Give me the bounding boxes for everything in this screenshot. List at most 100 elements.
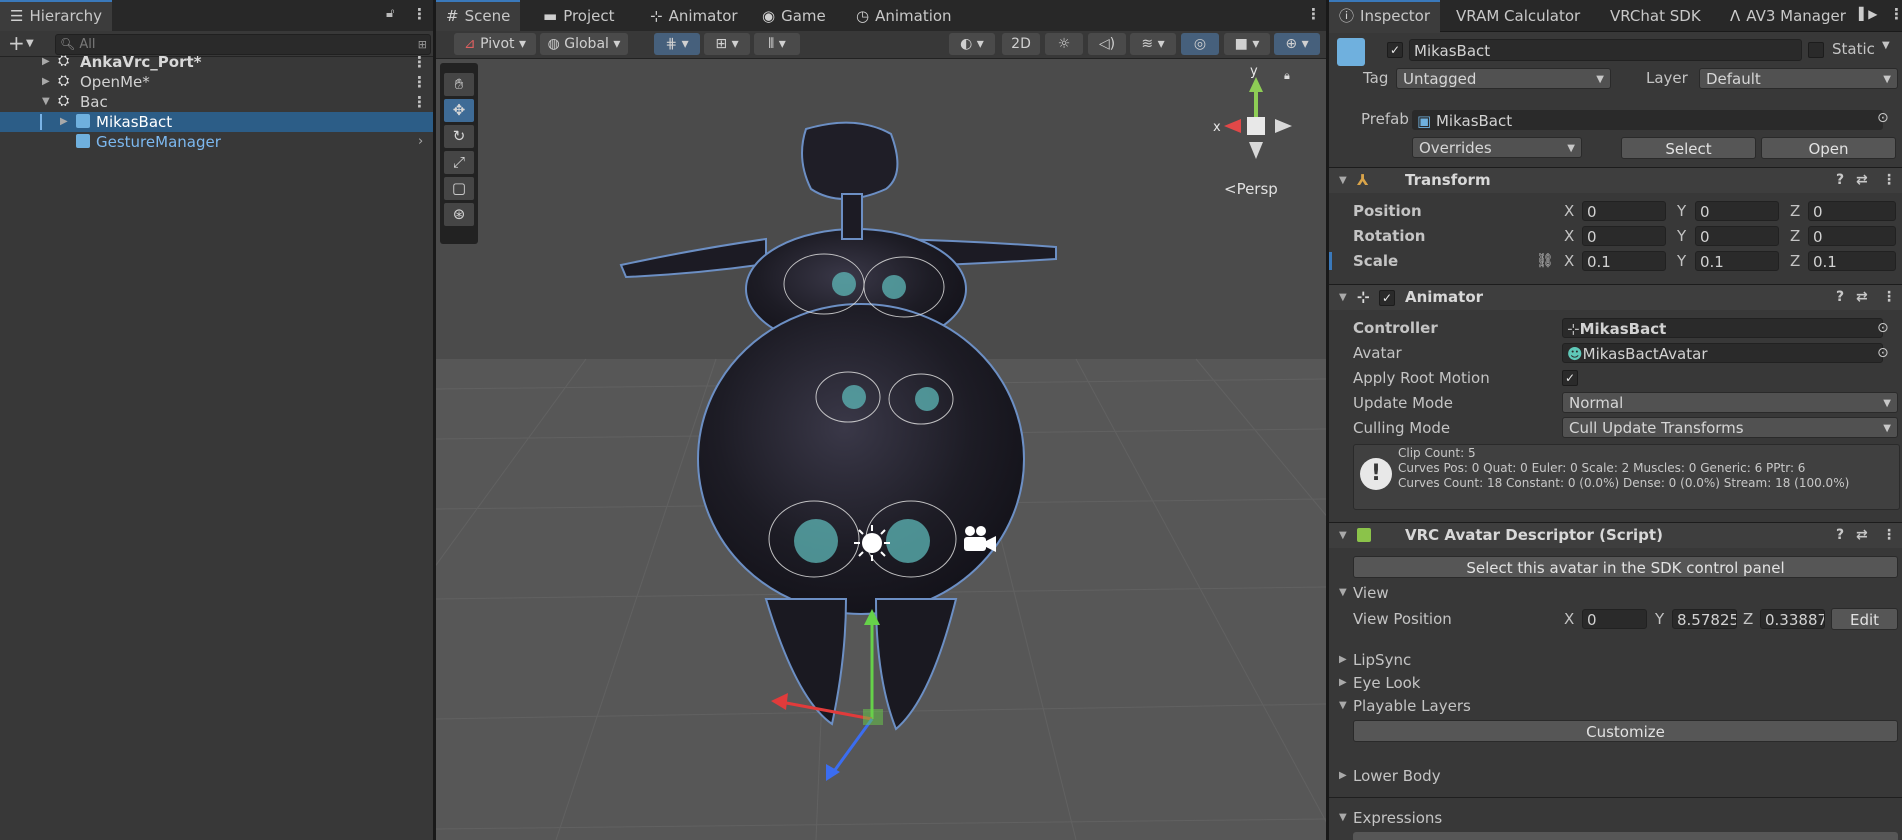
position-x-field[interactable]: 0	[1582, 201, 1666, 221]
scale-tool-button[interactable]: ⤢	[444, 151, 474, 174]
view-position-z-field[interactable]: 0.33887	[1760, 609, 1825, 629]
animator-component-header[interactable]: ▼ ⊹ ✓ Animator ? ⇄ ⋮	[1329, 284, 1902, 310]
component-menu-icon[interactable]: ⋮	[1882, 285, 1896, 310]
transform-tool-button[interactable]: ⊛	[444, 203, 474, 226]
eyelook-foldout[interactable]: ▶ Eye Look	[1329, 671, 1902, 695]
transform-component-header[interactable]: ▼ ⅄ Transform ? ⇄ ⋮	[1329, 167, 1902, 193]
lighting-toggle[interactable]: ☼	[1045, 33, 1083, 55]
hierarchy-item-mikasbact[interactable]: ▶ MikasBact	[0, 112, 433, 132]
camera-dropdown[interactable]: ■ ▾	[1224, 33, 1270, 55]
update-mode-dropdown[interactable]: Normal ▼	[1562, 392, 1898, 413]
inspector-menu-icon[interactable]: ⋮	[1889, 5, 1902, 23]
rotation-x-field[interactable]: 0	[1582, 226, 1666, 246]
chevron-right-icon[interactable]: ›	[418, 132, 423, 152]
ruler-button[interactable]: ⦀ ▾	[754, 33, 800, 55]
item-menu-icon[interactable]: ⋮	[412, 92, 427, 112]
shading-mode-dropdown[interactable]: ◐ ▾	[949, 33, 995, 55]
select-avatar-sdk-button[interactable]: Select this avatar in the SDK control pa…	[1353, 556, 1898, 578]
position-z-field[interactable]: 0	[1808, 201, 1896, 221]
tab-project[interactable]: ▬ Project	[533, 2, 625, 31]
rotate-tool-button[interactable]: ↻	[444, 125, 474, 148]
lower-body-foldout[interactable]: ▶ Lower Body	[1329, 764, 1902, 788]
overrides-dropdown[interactable]: Overrides ▼	[1412, 137, 1582, 158]
preset-icon[interactable]: ⇄	[1856, 523, 1868, 548]
help-icon[interactable]: ?	[1836, 285, 1844, 310]
rect-tool-button[interactable]: ▢	[444, 177, 474, 200]
hierarchy-item-gesturemanager[interactable]: GestureManager ›	[0, 132, 433, 152]
tab-hierarchy[interactable]: ☰ Hierarchy	[0, 0, 112, 33]
tag-dropdown[interactable]: Untagged ▼	[1396, 68, 1611, 89]
link-icon[interactable]: ⛓	[1536, 249, 1554, 273]
help-icon[interactable]: ?	[1836, 523, 1844, 548]
view-position-x-field[interactable]: 0	[1582, 609, 1647, 629]
tab-vrchat-sdk[interactable]: VRChat SDK	[1600, 2, 1711, 31]
scale-x-field[interactable]: 0.1	[1582, 251, 1666, 271]
pivot-dropdown[interactable]: ⊿ Pivot ▾	[454, 33, 536, 55]
audio-toggle[interactable]: ◁)	[1088, 33, 1126, 55]
position-y-field[interactable]: 0	[1695, 201, 1779, 221]
expand-arrow-icon[interactable]: ▶	[42, 52, 50, 72]
tab-av3-manager[interactable]: Λ AV3 Manager	[1720, 2, 1856, 31]
customize-layers-button[interactable]: Customize	[1353, 720, 1898, 742]
tab-inspector[interactable]: ⓘ Inspector	[1329, 0, 1440, 33]
preset-icon[interactable]: ⇄	[1856, 168, 1868, 193]
object-picker-icon[interactable]: ⊙	[1877, 316, 1889, 340]
move-tool-button[interactable]: ✥	[444, 99, 474, 122]
hierarchy-item-openme[interactable]: ▶ ⛭ OpenMe* ⋮	[0, 72, 433, 92]
active-checkbox[interactable]: ✓	[1387, 42, 1403, 58]
global-dropdown[interactable]: ◍ Global ▾	[540, 33, 628, 55]
expand-arrow-icon[interactable]: ▶	[42, 72, 50, 92]
gizmos-dropdown[interactable]: ⊕ ▾	[1274, 33, 1320, 55]
grid-snap-toggle[interactable]: ⋕ ▾	[654, 33, 700, 55]
tab-scene[interactable]: # Scene	[436, 0, 521, 33]
lipsync-foldout[interactable]: ▶ LipSync	[1329, 648, 1902, 672]
tab-animator[interactable]: ⊹ Animator	[640, 2, 748, 31]
view-position-y-field[interactable]: 8.57825	[1672, 609, 1737, 629]
item-menu-icon[interactable]: ⋮	[412, 52, 427, 72]
object-name-field[interactable]: MikasBact	[1409, 39, 1802, 61]
prefab-asset-field[interactable]: ▣ MikasBact	[1412, 110, 1883, 130]
persp-label[interactable]: <Persp	[1224, 180, 1278, 198]
avatar-descriptor-header[interactable]: ▼ VRC Avatar Descriptor (Script) ? ⇄ ⋮	[1329, 522, 1902, 548]
component-menu-icon[interactable]: ⋮	[1882, 523, 1896, 548]
expressions-foldout[interactable]: ▼ Expressions	[1329, 806, 1902, 830]
avatar-field[interactable]: ☻MikasBactAvatar	[1562, 343, 1883, 363]
item-menu-icon[interactable]: ⋮	[412, 72, 427, 92]
tab-scroll-icon[interactable]: ▌▶	[1859, 7, 1877, 21]
gizmo-lock-icon[interactable]: 🔒︎	[1284, 69, 1290, 83]
rotation-z-field[interactable]: 0	[1808, 226, 1896, 246]
tab-animation[interactable]: ◷ Animation	[846, 2, 962, 31]
scene-viewport[interactable]: x y ✋︎ ✥ ↻ ⤢ ▢ ⊛ 🔒︎ <Persp	[436, 59, 1326, 840]
animator-enabled-checkbox[interactable]: ✓	[1379, 290, 1395, 306]
rotation-y-field[interactable]: 0	[1695, 226, 1779, 246]
static-checkbox[interactable]	[1808, 42, 1824, 58]
hierarchy-item-ankavrc[interactable]: ▶ ⛭ AnkaVrc_Port* ⋮	[0, 52, 433, 72]
collapse-arrow-icon[interactable]: ▼	[42, 92, 50, 112]
hierarchy-menu-icon[interactable]: ⋮	[412, 5, 427, 23]
hierarchy-item-bac[interactable]: ▼ ⛭ Bac ⋮	[0, 92, 433, 112]
prefab-open-button[interactable]: Open	[1761, 137, 1896, 159]
hand-tool-button[interactable]: ✋︎	[444, 73, 474, 96]
help-icon[interactable]: ?	[1836, 168, 1844, 193]
effects-dropdown[interactable]: ≋ ▾	[1130, 33, 1176, 55]
static-dropdown-icon[interactable]: ▼	[1882, 40, 1890, 51]
layer-dropdown[interactable]: Default ▼	[1699, 68, 1898, 89]
scene-visibility-toggle[interactable]: ◎	[1181, 33, 1219, 55]
preset-icon[interactable]: ⇄	[1856, 285, 1868, 310]
playable-layers-foldout[interactable]: ▼ Playable Layers	[1329, 694, 1902, 718]
scale-z-field[interactable]: 0.1	[1808, 251, 1896, 271]
expand-arrow-icon[interactable]: ▶	[60, 112, 68, 132]
toggle-2d-button[interactable]: 2D	[1002, 33, 1040, 55]
lock-icon[interactable]: 🔓︎	[386, 6, 394, 21]
prefab-select-button[interactable]: Select	[1621, 137, 1756, 159]
scene-menu-icon[interactable]: ⋮	[1306, 5, 1321, 23]
scale-y-field[interactable]: 0.1	[1695, 251, 1779, 271]
tab-vram-calculator[interactable]: VRAM Calculator	[1446, 2, 1590, 31]
controller-field[interactable]: ⊹MikasBact	[1562, 318, 1883, 338]
object-picker-icon[interactable]: ⊙	[1877, 110, 1889, 126]
expressions-field[interactable]	[1353, 832, 1898, 840]
view-foldout[interactable]: ▼ View	[1329, 581, 1902, 605]
view-edit-button[interactable]: Edit	[1831, 608, 1898, 630]
apply-root-motion-checkbox[interactable]: ✓	[1562, 370, 1578, 386]
component-menu-icon[interactable]: ⋮	[1882, 168, 1896, 193]
